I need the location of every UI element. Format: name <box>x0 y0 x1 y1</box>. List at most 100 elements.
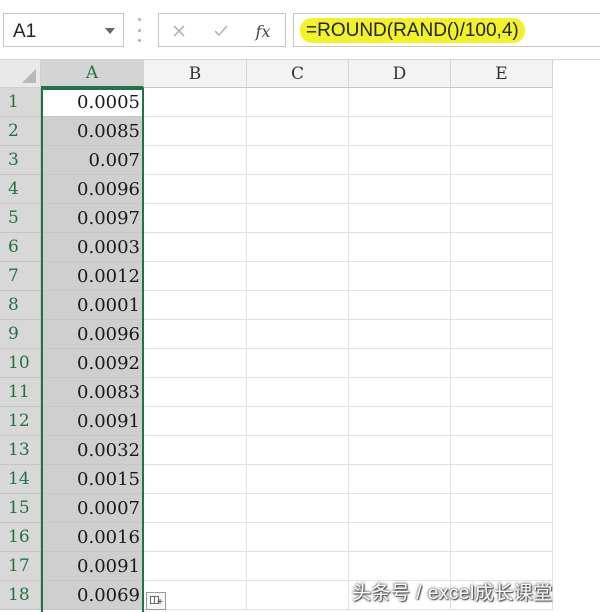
cell-a2[interactable]: 0.0085 <box>41 117 144 146</box>
cell-c6[interactable] <box>247 233 349 262</box>
cell-a16[interactable]: 0.0016 <box>41 523 144 552</box>
cell-e7[interactable] <box>451 262 553 291</box>
cell-e6[interactable] <box>451 233 553 262</box>
cell-b10[interactable] <box>144 349 247 378</box>
row-header[interactable]: 4 <box>0 175 41 204</box>
cell-b7[interactable] <box>144 262 247 291</box>
cell-c14[interactable] <box>247 465 349 494</box>
column-header-c[interactable]: C <box>247 60 349 88</box>
row-header[interactable]: 1 <box>0 88 41 117</box>
row-header[interactable]: 6 <box>0 233 41 262</box>
cell-c5[interactable] <box>247 204 349 233</box>
cell-e8[interactable] <box>451 291 553 320</box>
column-header-a[interactable]: A <box>41 60 144 88</box>
cell-d4[interactable] <box>349 175 451 204</box>
cell-a10[interactable]: 0.0092 <box>41 349 144 378</box>
cell-d16[interactable] <box>349 523 451 552</box>
cell-b15[interactable] <box>144 494 247 523</box>
row-header[interactable]: 13 <box>0 436 41 465</box>
cell-b1[interactable] <box>144 88 247 117</box>
cell-d10[interactable] <box>349 349 451 378</box>
cell-c18[interactable] <box>247 581 349 610</box>
cell-d3[interactable] <box>349 146 451 175</box>
row-header[interactable]: 8 <box>0 291 41 320</box>
column-header-b[interactable]: B <box>144 60 247 88</box>
cell-a3[interactable]: 0.007 <box>41 146 144 175</box>
cell-a6[interactable]: 0.0003 <box>41 233 144 262</box>
cell-a13[interactable]: 0.0032 <box>41 436 144 465</box>
cell-b11[interactable] <box>144 378 247 407</box>
cell-d2[interactable] <box>349 117 451 146</box>
row-header[interactable]: 2 <box>0 117 41 146</box>
row-header[interactable]: 15 <box>0 494 41 523</box>
column-header-d[interactable]: D <box>349 60 451 88</box>
cell-c9[interactable] <box>247 320 349 349</box>
cell-b5[interactable] <box>144 204 247 233</box>
cell-b2[interactable] <box>144 117 247 146</box>
cell-d5[interactable] <box>349 204 451 233</box>
cell-d6[interactable] <box>349 233 451 262</box>
cell-e10[interactable] <box>451 349 553 378</box>
cell-d8[interactable] <box>349 291 451 320</box>
cell-c7[interactable] <box>247 262 349 291</box>
column-header-e[interactable]: E <box>451 60 553 88</box>
cell-b14[interactable] <box>144 465 247 494</box>
cell-d14[interactable] <box>349 465 451 494</box>
formula-input[interactable]: =ROUND(RAND()/100,4) <box>293 13 600 47</box>
cell-a18[interactable]: 0.0069 <box>41 581 144 610</box>
x-icon[interactable] <box>167 19 191 43</box>
cell-d7[interactable] <box>349 262 451 291</box>
cell-b4[interactable] <box>144 175 247 204</box>
cell-e17[interactable] <box>451 552 553 581</box>
cell-d13[interactable] <box>349 436 451 465</box>
cell-c12[interactable] <box>247 407 349 436</box>
row-header[interactable]: 14 <box>0 465 41 494</box>
cell-a14[interactable]: 0.0015 <box>41 465 144 494</box>
cell-d11[interactable] <box>349 378 451 407</box>
cell-d1[interactable] <box>349 88 451 117</box>
cell-c15[interactable] <box>247 494 349 523</box>
check-icon[interactable] <box>209 19 233 43</box>
cell-b17[interactable] <box>144 552 247 581</box>
cell-c4[interactable] <box>247 175 349 204</box>
cell-d12[interactable] <box>349 407 451 436</box>
row-header[interactable]: 17 <box>0 552 41 581</box>
row-header[interactable]: 12 <box>0 407 41 436</box>
cell-b8[interactable] <box>144 291 247 320</box>
cell-e3[interactable] <box>451 146 553 175</box>
cell-e15[interactable] <box>451 494 553 523</box>
cell-a8[interactable]: 0.0001 <box>41 291 144 320</box>
row-header[interactable]: 7 <box>0 262 41 291</box>
cell-d17[interactable] <box>349 552 451 581</box>
cell-c1[interactable] <box>247 88 349 117</box>
row-header[interactable]: 10 <box>0 349 41 378</box>
cell-a5[interactable]: 0.0097 <box>41 204 144 233</box>
chevron-down-icon[interactable] <box>105 28 115 34</box>
cell-a15[interactable]: 0.0007 <box>41 494 144 523</box>
drag-handle-icon[interactable] <box>136 18 142 42</box>
cell-e11[interactable] <box>451 378 553 407</box>
name-box[interactable]: A1 <box>3 13 124 47</box>
cell-c8[interactable] <box>247 291 349 320</box>
row-header[interactable]: 16 <box>0 523 41 552</box>
cell-e12[interactable] <box>451 407 553 436</box>
quick-analysis-icon[interactable]: + <box>146 592 166 610</box>
cell-a11[interactable]: 0.0083 <box>41 378 144 407</box>
cell-a7[interactable]: 0.0012 <box>41 262 144 291</box>
cell-b9[interactable] <box>144 320 247 349</box>
row-header[interactable]: 11 <box>0 378 41 407</box>
select-all-button[interactable] <box>0 60 41 88</box>
cell-e16[interactable] <box>451 523 553 552</box>
cell-e4[interactable] <box>451 175 553 204</box>
cell-c2[interactable] <box>247 117 349 146</box>
cell-c10[interactable] <box>247 349 349 378</box>
cell-b3[interactable] <box>144 146 247 175</box>
cell-a4[interactable]: 0.0096 <box>41 175 144 204</box>
cell-b16[interactable] <box>144 523 247 552</box>
row-header[interactable]: 18 <box>0 581 41 610</box>
cell-d9[interactable] <box>349 320 451 349</box>
cell-d15[interactable] <box>349 494 451 523</box>
cell-e13[interactable] <box>451 436 553 465</box>
cell-e1[interactable] <box>451 88 553 117</box>
cell-e2[interactable] <box>451 117 553 146</box>
